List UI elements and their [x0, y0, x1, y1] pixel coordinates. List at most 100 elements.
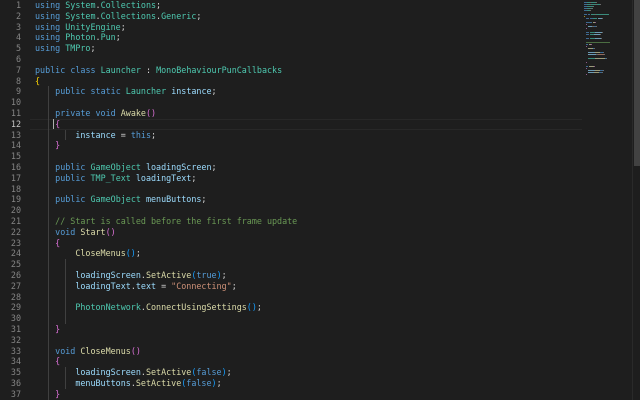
code-line[interactable]: CloseMenus();: [35, 248, 141, 259]
variable-token: instance: [171, 86, 212, 97]
minimap-line: [584, 16, 585, 17]
line-number: 34: [10, 356, 21, 367]
bracket-token: (): [105, 226, 116, 237]
function-token: SetActive: [145, 367, 192, 378]
keyword-token: true: [196, 270, 217, 280]
punctuation-token: ;: [226, 367, 232, 378]
keyword-token: void: [55, 226, 76, 237]
line-number: 37: [10, 388, 21, 399]
punctuation-token: [35, 140, 55, 150]
keyword-token: using: [35, 32, 61, 43]
type-token: Launcher: [125, 86, 167, 97]
punctuation-token: [35, 130, 75, 140]
minimap-line: [596, 14, 609, 15]
vertical-scrollbar[interactable]: [632, 0, 640, 400]
keyword-token: false: [186, 378, 212, 388]
code-line[interactable]: }: [35, 389, 60, 400]
minimap-line: [592, 6, 593, 7]
code-line[interactable]: public GameObject loadingScreen;: [35, 162, 216, 173]
minimap-line: [602, 52, 603, 53]
punctuation-token: [35, 108, 55, 118]
code-line[interactable]: using UnityEngine;: [35, 22, 126, 33]
type-token: Collections: [100, 10, 157, 21]
function-token: SetActive: [145, 270, 192, 280]
code-line[interactable]: public class Launcher : MonoBehaviourPun…: [35, 65, 282, 76]
code-line[interactable]: {: [35, 356, 60, 367]
punctuation-token: ;: [120, 21, 126, 32]
keyword-token: using: [35, 0, 61, 10]
code-line[interactable]: {: [35, 238, 60, 249]
bracket-token: (): [246, 302, 257, 313]
punctuation-token: [35, 238, 55, 248]
line-number: 14: [10, 140, 21, 151]
minimap-line: [599, 34, 600, 35]
variable-token: text: [135, 280, 157, 291]
code-line[interactable]: instance = this;: [35, 130, 156, 141]
keyword-token: using: [35, 10, 61, 21]
code-line[interactable]: void Start(): [35, 227, 116, 238]
code-line[interactable]: {: [35, 76, 40, 87]
minimap-line: [601, 32, 602, 33]
minimap-line: [591, 44, 592, 45]
type-token: TMPro: [65, 43, 91, 54]
code-line[interactable]: using System.Collections.Generic;: [35, 11, 201, 22]
code-line[interactable]: loadingScreen.SetActive(true);: [35, 270, 226, 281]
code-line[interactable]: }: [35, 324, 60, 335]
function-token: SetActive: [135, 378, 182, 388]
punctuation-token: [35, 216, 55, 226]
code-line[interactable]: private void Awake(): [35, 108, 156, 119]
minimap-line: [602, 72, 603, 73]
code-line[interactable]: public static Launcher instance;: [35, 86, 216, 97]
variable-token: loadingScreen: [75, 367, 141, 378]
comment-token: // Start is called before the first fram…: [55, 216, 298, 226]
keyword-token: private: [55, 108, 91, 118]
line-number: 10: [10, 97, 21, 108]
code-text-area[interactable]: using System.Collections; using System.Co…: [30, 0, 582, 400]
code-line[interactable]: {: [35, 119, 60, 130]
keyword-token: void: [55, 345, 76, 356]
minimap-line: [589, 10, 590, 11]
minimap-line: [595, 58, 605, 59]
punctuation-token: ;: [156, 0, 162, 10]
code-line[interactable]: loadingText.text = "Connecting";: [35, 280, 236, 292]
punctuation-token: [35, 356, 55, 366]
variable-token: loadingText: [135, 172, 192, 183]
code-line[interactable]: }: [35, 140, 60, 151]
code-line[interactable]: loadingScreen.SetActive(false);: [35, 367, 232, 378]
minimap-line: [586, 46, 587, 47]
punctuation-token: [35, 324, 55, 334]
line-number: 29: [10, 302, 21, 313]
code-line[interactable]: using Photon.Pun;: [35, 32, 121, 43]
minimap-line: [600, 4, 601, 5]
punctuation-token: ;: [196, 10, 202, 21]
punctuation-token: ;: [191, 172, 197, 183]
punctuation-token: [35, 173, 55, 183]
punctuation-token: [35, 162, 55, 172]
minimap[interactable]: [583, 0, 631, 400]
punctuation-token: ;: [151, 129, 157, 140]
code-editor[interactable]: 1 2 3 4 5 6 7 8 9 10 11 12 13 14 15 16 17 18 19 20 21 22 23 24 2…: [0, 0, 640, 400]
punctuation-token: [35, 119, 55, 129]
code-line[interactable]: PhotonNetwork.ConnectUsingSettings();: [35, 302, 262, 313]
line-number-gutter[interactable]: 1 2 3 4 5 6 7 8 9 10 11 12 13 14 15 16 17 18 19 20 21 22 23 24 2…: [0, 0, 30, 400]
code-line[interactable]: menuButtons.SetActive(false);: [35, 378, 221, 389]
code-line[interactable]: using System.Collections;: [35, 0, 161, 11]
line-number: 23: [10, 237, 21, 248]
bracket-token: (): [130, 345, 141, 356]
scrollbar-thumb[interactable]: [634, 0, 640, 166]
line-number: 9: [15, 86, 21, 97]
line-number: 31: [10, 324, 21, 334]
minimap-line: [586, 62, 587, 63]
code-line[interactable]: using TMPro;: [35, 43, 96, 54]
minimap-line: [603, 70, 604, 71]
function-token: Start: [80, 226, 106, 237]
line-number: 12: [10, 118, 21, 129]
code-line[interactable]: public GameObject menuButtons;: [35, 194, 206, 205]
line-number: 36: [10, 378, 21, 388]
code-line[interactable]: void CloseMenus(): [35, 346, 141, 357]
code-line[interactable]: // Start is called before the first fram…: [35, 216, 297, 227]
punctuation-token: ;: [256, 302, 262, 313]
line-number: 13: [10, 129, 21, 140]
code-line[interactable]: public TMP_Text loadingText;: [35, 173, 196, 184]
minimap-line: [596, 2, 597, 3]
